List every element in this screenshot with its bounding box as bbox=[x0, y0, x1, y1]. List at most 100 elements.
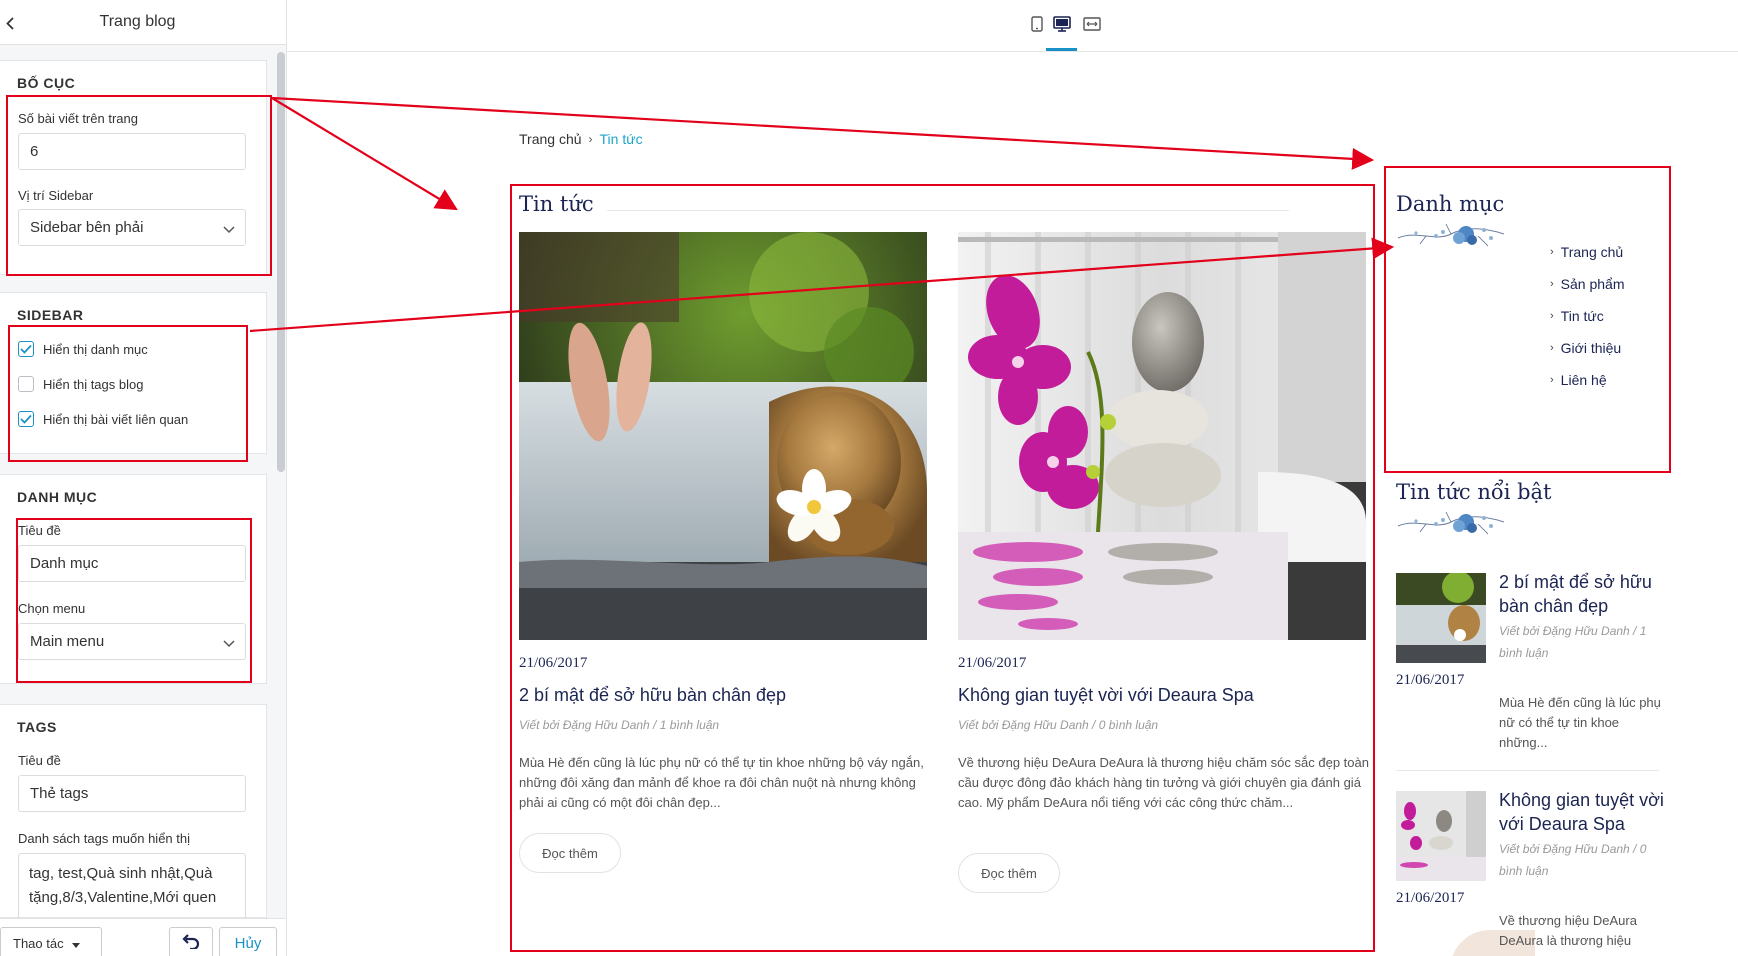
fullwidth-view-icon[interactable] bbox=[1082, 14, 1102, 34]
app-root: Trang blog BỐ CỤC Số bài viết trên trang… bbox=[0, 0, 1738, 956]
category-card: DANH MỤC Tiêu đề Danh mục Chọn menu Main… bbox=[0, 474, 267, 684]
category-title-label: Tiêu đề bbox=[18, 523, 61, 538]
post-thumbnail[interactable] bbox=[519, 232, 927, 640]
breadcrumb-current: Tin tức bbox=[599, 131, 643, 147]
sidebar-position-value: Sidebar bên phải bbox=[30, 219, 144, 236]
panel-title: Trang blog bbox=[99, 13, 176, 30]
tags-section-title: TAGS bbox=[17, 719, 57, 735]
posts-per-page-input[interactable]: 6 bbox=[18, 133, 246, 170]
sidebar-menu-item[interactable]: › Giới thiệu bbox=[1550, 340, 1621, 356]
blog-main-title: Tin tức bbox=[519, 192, 594, 216]
show-related-label: Hiển thị bài viết liên quan bbox=[43, 411, 189, 427]
show-tags-label: Hiển thị tags blog bbox=[43, 376, 144, 392]
checkbox-unchecked-icon[interactable] bbox=[18, 376, 34, 392]
undo-button[interactable] bbox=[169, 927, 213, 956]
featured-divider bbox=[1396, 770, 1659, 771]
tags-title-label: Tiêu đề bbox=[18, 753, 61, 768]
active-device-indicator bbox=[1046, 48, 1077, 51]
featured-post-thumbnail[interactable] bbox=[1396, 791, 1486, 881]
layout-section-title: BỐ CỤC bbox=[17, 75, 76, 91]
post-excerpt: Về thương hiệu DeAura DeAura là thương h… bbox=[958, 755, 1369, 810]
breadcrumb: Trang chủ › Tin tức bbox=[519, 131, 643, 147]
tags-list-label: Danh sách tags muốn hiển thị bbox=[18, 831, 190, 846]
featured-post-meta: Viết bởi Đặng Hữu Danh / 0 bình luận bbox=[1499, 842, 1647, 878]
chevron-right-icon: › bbox=[1550, 246, 1554, 258]
panel-footer: Thao tác Hủy bbox=[0, 918, 286, 956]
featured-post-excerpt: Về thương hiệu DeAura DeAura là thương h… bbox=[1499, 913, 1637, 948]
category-menu-select[interactable]: Main menu bbox=[18, 623, 246, 660]
spa-woman-image bbox=[519, 232, 927, 640]
menu-item-label: Sản phẩm bbox=[1560, 276, 1625, 292]
post-date: 21/06/2017 bbox=[958, 655, 1027, 671]
show-related-option[interactable]: Hiển thị bài viết liên quan bbox=[18, 411, 188, 427]
featured-post-date: 21/06/2017 bbox=[1396, 672, 1465, 688]
category-title-input[interactable]: Danh mục bbox=[18, 545, 246, 582]
post-meta: Viết bởi Đặng Hữu Danh / 0 bình luận bbox=[958, 718, 1159, 732]
menu-item-label: Liên hệ bbox=[1560, 372, 1607, 388]
sidebar-menu-item[interactable]: › Tin tức bbox=[1550, 308, 1604, 324]
menu-item-label: Trang chủ bbox=[1560, 244, 1624, 260]
chevron-right-icon: › bbox=[1550, 374, 1554, 386]
checkbox-checked-icon[interactable] bbox=[18, 341, 34, 357]
layout-card: BỐ CỤC Số bài viết trên trang 6 Vị trí S… bbox=[0, 60, 267, 275]
orchid-spa-image bbox=[958, 232, 1366, 640]
category-menu-value: Main menu bbox=[30, 633, 105, 650]
cancel-button[interactable]: Hủy bbox=[219, 927, 277, 956]
desktop-view-icon[interactable] bbox=[1052, 14, 1072, 34]
tags-list-textarea[interactable]: tag, test,Quà sinh nhật,Quà tặng,8/3,Val… bbox=[18, 853, 246, 923]
chevron-right-icon: › bbox=[1550, 342, 1554, 354]
action-dropdown-button[interactable]: Thao tác bbox=[0, 927, 102, 956]
floral-ornament-icon bbox=[1396, 216, 1506, 257]
device-toolbar bbox=[287, 0, 1738, 52]
sidebar-card: SIDEBAR Hiển thị danh mục Hiển thị tags … bbox=[0, 292, 267, 454]
title-divider bbox=[607, 210, 1289, 211]
posts-per-page-label: Số bài viết trên trang bbox=[18, 111, 138, 126]
post-thumbnail[interactable] bbox=[958, 232, 1366, 640]
settings-panel: Trang blog BỐ CỤC Số bài viết trên trang… bbox=[0, 0, 287, 956]
show-category-option[interactable]: Hiển thị danh mục bbox=[18, 341, 148, 357]
post-date: 21/06/2017 bbox=[519, 655, 588, 671]
panel-scrollbar[interactable] bbox=[277, 52, 285, 472]
post-meta: Viết bởi Đặng Hữu Danh / 1 bình luận bbox=[519, 718, 720, 732]
action-label: Thao tác bbox=[13, 935, 64, 951]
floral-ornament-icon bbox=[1396, 504, 1506, 545]
featured-post-date: 21/06/2017 bbox=[1396, 890, 1465, 906]
caret-down-icon bbox=[71, 936, 80, 951]
read-more-button[interactable]: Đọc thêm bbox=[519, 833, 621, 873]
show-tags-option[interactable]: Hiển thị tags blog bbox=[18, 376, 143, 392]
sidebar-menu-item[interactable]: › Sản phẩm bbox=[1550, 276, 1625, 292]
menu-item-label: Giới thiệu bbox=[1560, 340, 1622, 356]
featured-posts-title: Tin tức nổi bật bbox=[1396, 480, 1552, 504]
spa-woman-thumbnail bbox=[1396, 573, 1486, 663]
post-title-link[interactable]: 2 bí mật để sở hữu bàn chân đẹp bbox=[519, 685, 786, 706]
page-preview: Trang chủ › Tin tức Tin tức 21/06/2017 2… bbox=[287, 52, 1738, 956]
post-title-link[interactable]: Không gian tuyệt vời với Deaura Spa bbox=[958, 685, 1254, 706]
featured-post-meta: Viết bởi Đặng Hữu Danh / 1 bình luận bbox=[1499, 624, 1647, 660]
mobile-view-icon[interactable] bbox=[1027, 14, 1047, 34]
tags-title-input[interactable]: Thẻ tags bbox=[18, 775, 246, 812]
chevron-right-icon: › bbox=[588, 132, 593, 146]
chevron-right-icon: › bbox=[1550, 278, 1554, 290]
sidebar-menu-item[interactable]: › Liên hệ bbox=[1550, 372, 1607, 388]
tags-card: TAGS Tiêu đề Thẻ tags Danh sách tags muố… bbox=[0, 704, 267, 923]
sidebar-position-select[interactable]: Sidebar bên phải bbox=[18, 209, 246, 246]
featured-post-title-link[interactable]: 2 bí mật để sở hữu bàn chân đẹp bbox=[1499, 570, 1669, 618]
chevron-right-icon: › bbox=[1550, 310, 1554, 322]
category-menu-label: Chọn menu bbox=[18, 601, 86, 616]
sidebar-menu-item[interactable]: › Trang chủ bbox=[1550, 244, 1623, 260]
undo-icon bbox=[182, 933, 200, 954]
post-excerpt: Mùa Hè đến cũng là lúc phụ nữ có thể tự … bbox=[519, 755, 924, 810]
sidebar-section-title: SIDEBAR bbox=[17, 307, 84, 323]
breadcrumb-home-link[interactable]: Trang chủ bbox=[519, 131, 582, 147]
orchid-thumbnail bbox=[1396, 791, 1486, 881]
sidebar-position-label: Vị trí Sidebar bbox=[18, 188, 94, 203]
show-category-label: Hiển thị danh mục bbox=[43, 341, 148, 357]
featured-post-title-link[interactable]: Không gian tuyệt vời với Deaura Spa bbox=[1499, 788, 1669, 836]
checkbox-checked-icon[interactable] bbox=[18, 411, 34, 427]
read-more-button[interactable]: Đọc thêm bbox=[958, 853, 1060, 893]
panel-header: Trang blog bbox=[0, 0, 286, 45]
chevron-down-icon bbox=[223, 221, 235, 238]
menu-item-label: Tin tức bbox=[1560, 308, 1604, 324]
featured-post-thumbnail[interactable] bbox=[1396, 573, 1486, 663]
sidebar-category-title: Danh mục bbox=[1396, 192, 1505, 216]
